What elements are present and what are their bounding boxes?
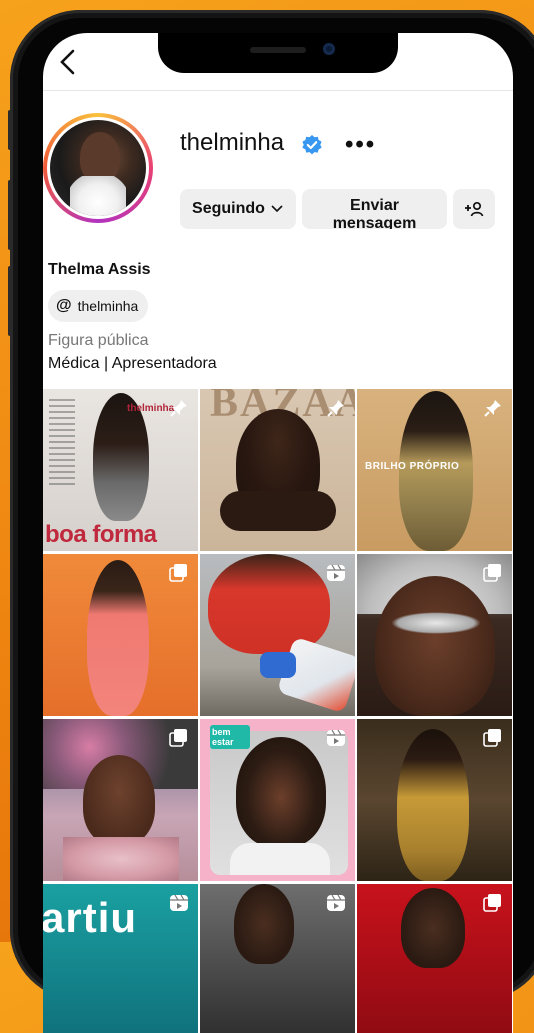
post-face <box>83 755 155 845</box>
grid-post-8[interactable]: bem estar <box>200 719 355 881</box>
profile-full-name: Thelma Assis <box>48 261 151 278</box>
pin-icon <box>484 400 501 417</box>
suggested-users-button[interactable] <box>453 189 495 229</box>
grid-post-7[interactable] <box>43 719 198 881</box>
grid-post-5[interactable] <box>200 554 355 716</box>
post-top <box>230 843 330 875</box>
post-face <box>375 576 495 716</box>
grid-post-1[interactable]: thelminha boa forma <box>43 389 198 551</box>
send-message-button[interactable]: Enviar mensagem <box>302 189 447 229</box>
add-user-icon <box>465 201 484 217</box>
reel-icon <box>327 729 345 746</box>
post-person <box>234 884 294 964</box>
reel-icon <box>170 894 188 911</box>
following-label: Seguindo <box>192 200 265 217</box>
more-options-button[interactable]: ••• <box>345 131 376 159</box>
following-button[interactable]: Seguindo <box>180 189 296 229</box>
verified-badge-icon <box>302 135 322 155</box>
grid-post-11[interactable] <box>200 884 355 1033</box>
reel-icon <box>327 894 345 911</box>
magazine-title: BRILHO PRÓPRIO <box>365 461 460 472</box>
avatar-story-ring[interactable] <box>43 113 153 223</box>
pin-icon <box>170 400 187 417</box>
grid-post-3[interactable]: BRILHO PRÓPRIO <box>357 389 512 551</box>
post-glitter-makeup <box>391 612 481 634</box>
profile-bio: Médica | Apresentadora <box>48 355 217 372</box>
threads-handle: thelminha <box>77 298 139 314</box>
magazine-header: thelminha <box>127 403 175 414</box>
back-arrow-icon[interactable] <box>53 47 83 77</box>
carousel-icon <box>483 894 501 912</box>
avatar-flower <box>70 176 126 216</box>
post-hands <box>220 491 336 531</box>
phone-notch <box>158 33 398 73</box>
post-person <box>87 560 149 716</box>
send-message-label: Enviar mensagem <box>332 197 417 229</box>
post-person <box>236 737 326 847</box>
profile-category: Figura pública <box>48 332 149 349</box>
pin-icon <box>327 400 344 417</box>
reel-icon <box>327 564 345 581</box>
header-divider <box>43 90 513 91</box>
threads-icon: @ <box>56 297 72 314</box>
chevron-down-icon <box>271 205 283 213</box>
instagram-profile-screen: thelminha ••• Seguindo Enviar mensagem T… <box>43 33 513 1033</box>
magazine-title: boa forma <box>45 521 157 548</box>
grid-post-9[interactable] <box>357 719 512 881</box>
carousel-icon <box>483 564 501 582</box>
threads-badge[interactable]: @ thelminha <box>48 290 149 322</box>
speaker-grille <box>250 47 306 53</box>
post-person <box>401 888 465 968</box>
avatar-photo <box>50 120 146 216</box>
post-product-cap <box>260 652 296 678</box>
grid-post-2[interactable]: BAZAAR <box>200 389 355 551</box>
post-person <box>397 729 469 881</box>
carousel-icon <box>483 729 501 747</box>
carousel-icon <box>169 729 187 747</box>
front-camera <box>323 43 335 55</box>
carousel-icon <box>169 564 187 582</box>
avatar <box>47 117 149 219</box>
grid-post-10[interactable]: artiu <box>43 884 198 1033</box>
grid-post-6[interactable] <box>357 554 512 716</box>
post-person <box>208 554 330 654</box>
profile-username: thelminha <box>180 129 285 156</box>
post-dress <box>63 837 179 881</box>
posts-grid: thelminha boa forma BAZAAR BRILHO PRÓPRI… <box>43 389 513 1033</box>
grid-post-4[interactable] <box>43 554 198 716</box>
avatar-face <box>80 132 120 182</box>
bem-estar-badge: bem estar <box>210 725 250 749</box>
grid-post-12[interactable] <box>357 884 512 1033</box>
magazine-text-column <box>49 399 75 489</box>
show-title: artiu <box>43 894 138 941</box>
